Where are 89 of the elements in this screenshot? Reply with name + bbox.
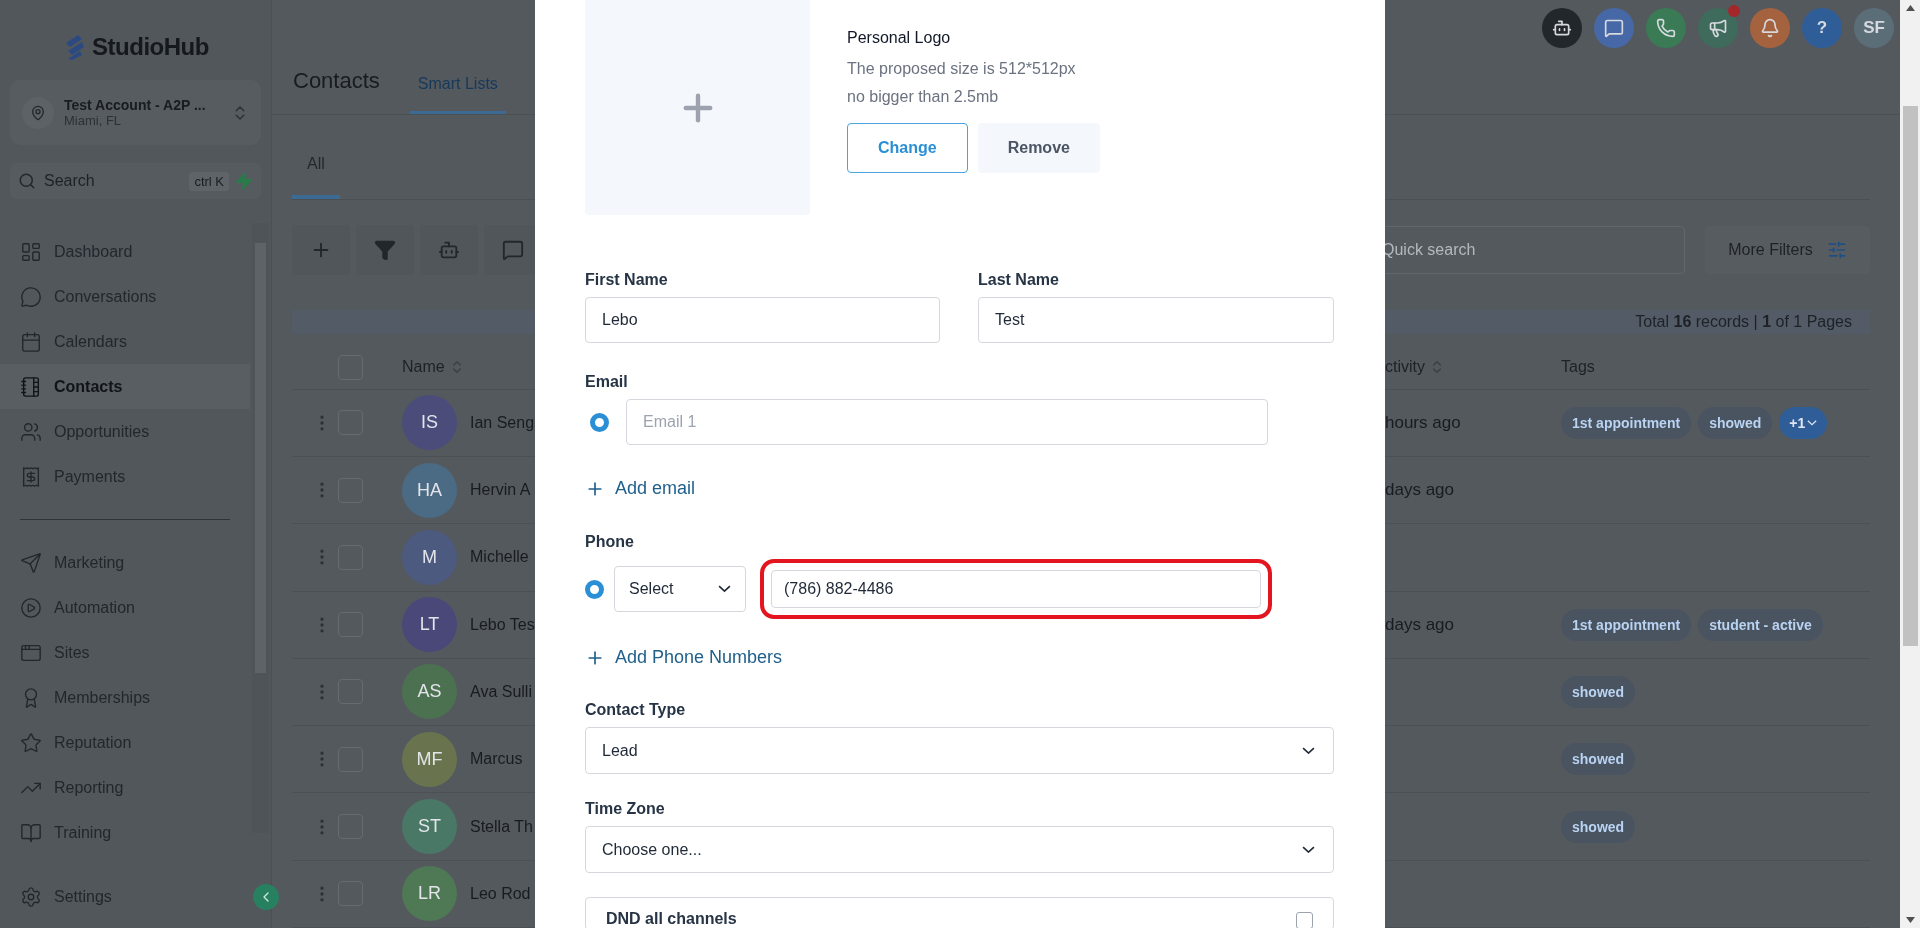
last-activity: hours ago: [1385, 412, 1461, 432]
play-icon: [20, 596, 42, 619]
caret-icon: [1807, 420, 1818, 426]
dashboard-icon: [20, 240, 42, 263]
account-name: Test Account - A2P ...: [64, 97, 207, 113]
tag: showed: [1561, 810, 1636, 843]
chevron-down-icon: [1302, 845, 1315, 854]
tag: showed: [1698, 406, 1773, 439]
receipt-icon: [20, 465, 42, 488]
tag: showed: [1561, 743, 1636, 776]
megaphone-button[interactable]: [1698, 8, 1738, 48]
chat-icon: [1604, 18, 1624, 38]
chat-button[interactable]: [1594, 8, 1634, 48]
bell-icon: [1760, 18, 1780, 38]
collapse-button[interactable]: [253, 884, 279, 910]
primary-radio[interactable]: [585, 579, 604, 599]
sidebar-item[interactable]: Contacts: [0, 364, 250, 409]
search-field[interactable]: Search ctrl K: [10, 163, 261, 199]
change-button[interactable]: Change: [847, 123, 968, 173]
message-icon: [502, 238, 524, 261]
scrollbar[interactable]: [1900, 0, 1920, 928]
people-icon: [20, 420, 42, 443]
contact-avatar: HA: [402, 462, 457, 518]
calendar-icon: [20, 330, 42, 353]
tag: showed: [1561, 675, 1636, 708]
tag: 1st appointment: [1561, 608, 1692, 641]
user-avatar[interactable]: SF: [1854, 8, 1894, 48]
time-zone-select[interactable]: Choose one...: [585, 826, 1334, 873]
more-tags-button[interactable]: +1: [1779, 406, 1828, 439]
first-name-field[interactable]: Lebo: [585, 297, 940, 343]
paper-plane-icon: [20, 551, 42, 574]
contact-avatar: LR: [402, 866, 457, 922]
checkbox[interactable]: [1296, 912, 1313, 928]
scroll-down-arrow-icon[interactable]: [1905, 917, 1915, 923]
last-activity: days ago: [1385, 614, 1454, 634]
megaphone-icon: [1708, 18, 1728, 38]
notebook-icon: [20, 375, 42, 398]
logo-hint: no bigger than 2.5mb: [847, 87, 1000, 107]
phone-field[interactable]: (786) 882-4486: [771, 570, 1261, 608]
contact-avatar: MF: [402, 731, 457, 787]
filter-icon: [374, 238, 396, 261]
location-pin-icon: [30, 104, 46, 121]
contact-avatar: IS: [402, 395, 457, 451]
page-title: Contacts: [293, 67, 380, 95]
remove-button[interactable]: Remove: [977, 123, 1100, 173]
phone-icon: [1656, 18, 1676, 38]
tag: 1st appointment: [1561, 406, 1692, 439]
shortcut-key: ctrl K: [189, 171, 229, 191]
bell-button[interactable]: [1750, 8, 1790, 48]
field-label: Phone: [585, 533, 635, 551]
chevron-down-icon: [1302, 746, 1315, 755]
phone-type-select[interactable]: Select: [614, 566, 746, 612]
email-field[interactable]: Email 1: [626, 399, 1268, 445]
sliders-icon: [1826, 239, 1847, 260]
contact-avatar: AS: [402, 664, 457, 720]
dnd-label: DND all channels: [606, 910, 737, 928]
primary-radio[interactable]: [590, 412, 609, 432]
book-icon: [20, 821, 42, 844]
field-label: Email: [585, 373, 629, 391]
help-button[interactable]: ?: [1802, 8, 1842, 48]
settings-icon: [20, 886, 42, 908]
logo-title: Personal Logo: [847, 29, 952, 47]
search-input[interactable]: Search: [42, 171, 184, 191]
logo-text: StudioHub: [92, 33, 209, 61]
add-email-link[interactable]: Add email: [585, 478, 696, 499]
contact-avatar: ST: [402, 799, 457, 855]
add-phone-link[interactable]: Add Phone Numbers: [585, 647, 783, 668]
tab[interactable]: Smart Lists: [409, 74, 506, 114]
tag: student - active: [1698, 608, 1823, 641]
chevron-down-icon: [718, 585, 731, 593]
search-icon: [18, 172, 36, 190]
logo-hint: The proposed size is 512*512px: [847, 59, 1077, 79]
contact-avatar: M: [402, 529, 457, 585]
field-label: First Name: [585, 271, 669, 289]
contact-avatar: LT: [402, 597, 457, 653]
phone-button[interactable]: [1646, 8, 1686, 48]
field-label: Time Zone: [585, 800, 666, 818]
logo-upload-area[interactable]: [585, 0, 810, 215]
contact-type-select[interactable]: Lead: [585, 727, 1334, 774]
robot-button[interactable]: [1542, 8, 1582, 48]
last-name-field[interactable]: Test: [978, 297, 1334, 343]
last-activity: days ago: [1385, 480, 1454, 500]
scroll-up-arrow-icon[interactable]: [1905, 5, 1915, 11]
lightning-icon: [235, 172, 253, 190]
robot-icon: [1552, 18, 1572, 38]
star-icon: [20, 731, 42, 754]
field-label: Contact Type: [585, 701, 687, 719]
chat-bubble-icon: [20, 285, 42, 308]
field-label: Last Name: [978, 271, 1060, 289]
